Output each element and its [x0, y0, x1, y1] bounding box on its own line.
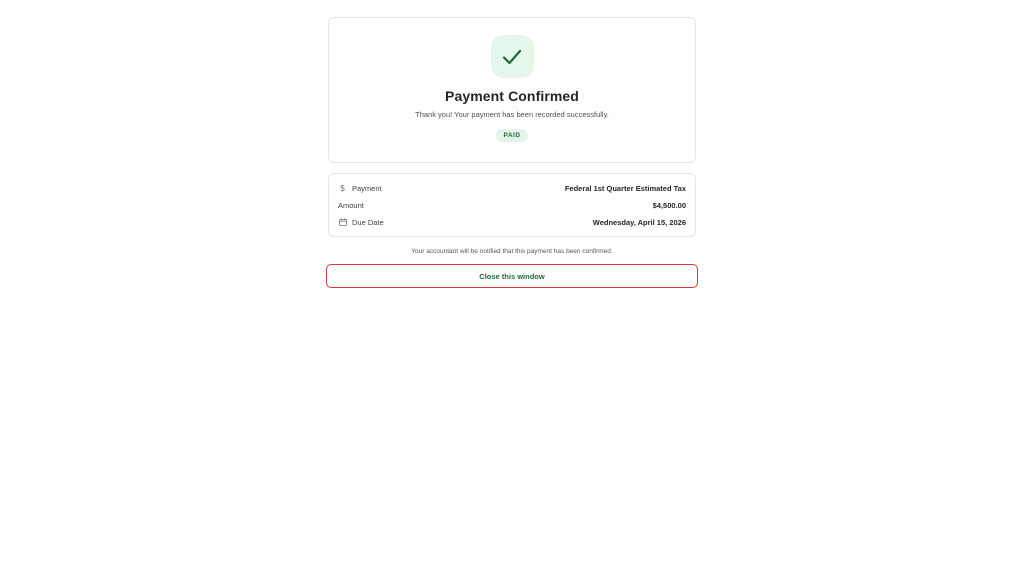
payment-confirmation-page: Payment Confirmed Thank you! Your paymen… [326, 17, 698, 288]
detail-row-due-date: Due Date Wednesday, April 15, 2026 [338, 214, 686, 231]
calendar-icon [338, 218, 347, 226]
detail-row-amount: Amount $4,500.00 [338, 197, 686, 214]
confirmation-card: Payment Confirmed Thank you! Your paymen… [328, 17, 696, 163]
confirmation-message: Thank you! Your payment has been recorde… [415, 110, 609, 119]
page-title: Payment Confirmed [445, 88, 579, 104]
payment-details-card: $ Payment Federal 1st Quarter Estimated … [328, 173, 696, 237]
detail-label: Due Date [352, 217, 384, 227]
detail-value: Wednesday, April 15, 2026 [592, 217, 686, 227]
status-badge: PAID [496, 129, 528, 142]
detail-label: Payment [352, 183, 382, 193]
detail-value: Federal 1st Quarter Estimated Tax [564, 183, 686, 193]
accountant-notice: Your accountant will be notified that th… [411, 248, 613, 255]
dollar-icon: $ [340, 183, 345, 193]
success-badge [490, 35, 534, 78]
close-window-button[interactable]: Close this window [326, 264, 698, 288]
detail-label: Amount [338, 200, 364, 210]
detail-value: $4,500.00 [652, 200, 686, 210]
detail-row-payment: $ Payment Federal 1st Quarter Estimated … [338, 180, 686, 197]
checkmark-icon [502, 49, 522, 64]
